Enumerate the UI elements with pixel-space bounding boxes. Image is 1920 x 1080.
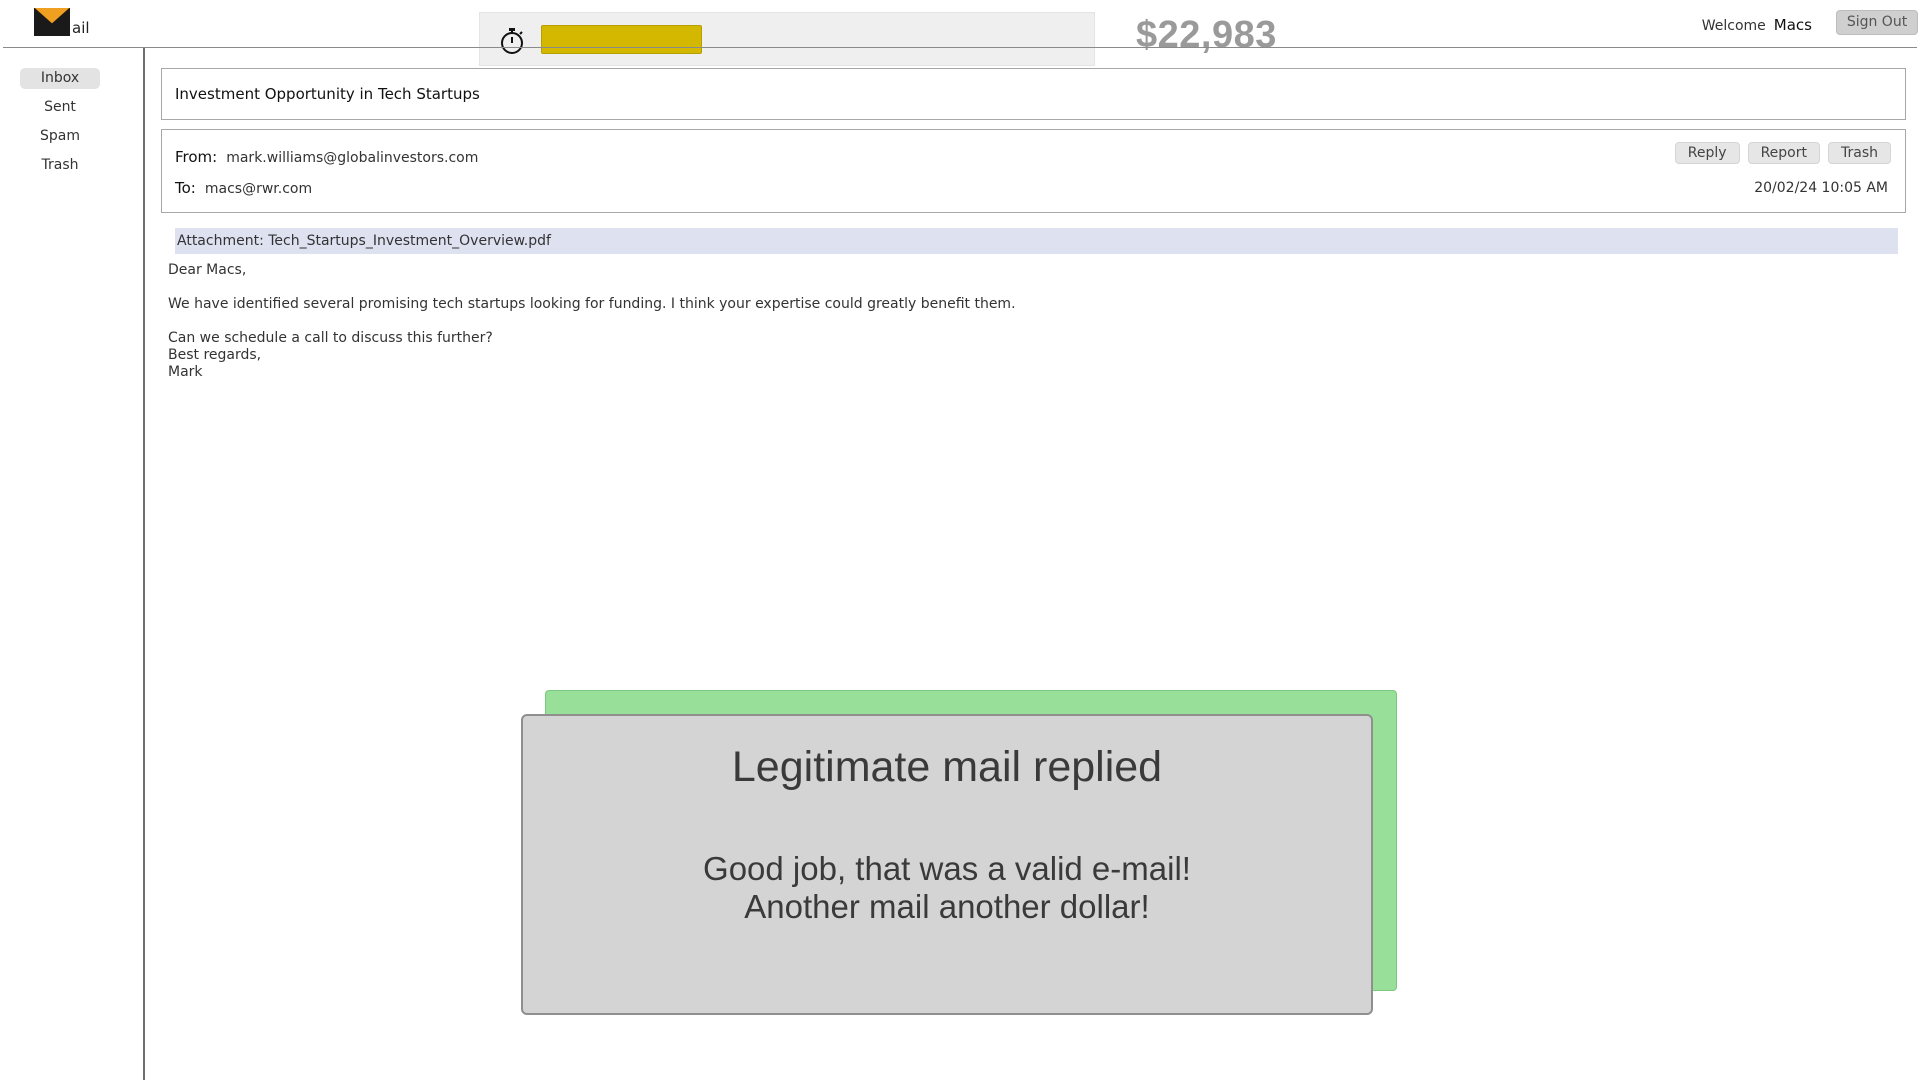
- timer-panel: [479, 12, 1095, 66]
- from-label: From:: [175, 148, 218, 166]
- result-line-2: Another mail another dollar!: [744, 888, 1150, 925]
- body-greeting: Dear Macs,: [168, 262, 247, 278]
- to-label: To:: [175, 179, 196, 197]
- sidebar-nav: Inbox Sent Spam Trash: [20, 68, 100, 184]
- email-header: From: mark.williams@globalinvestors.com T…: [161, 129, 1906, 213]
- sidebar-item-spam[interactable]: Spam: [20, 126, 100, 147]
- welcome-area: Welcome Macs: [1702, 16, 1812, 34]
- trash-button[interactable]: Trash: [1828, 142, 1891, 164]
- sidebar-item-trash[interactable]: Trash: [20, 155, 100, 176]
- from-row: From: mark.williams@globalinvestors.com: [175, 148, 478, 166]
- report-button[interactable]: Report: [1747, 142, 1820, 164]
- from-address: mark.williams@globalinvestors.com: [226, 150, 479, 166]
- stopwatch-icon: [501, 28, 523, 54]
- result-card: Legitimate mail replied Good job, that w…: [521, 714, 1373, 1015]
- to-address: macs@rwr.com: [204, 181, 313, 197]
- to-row: To: macs@rwr.com: [175, 179, 312, 197]
- result-title: Legitimate mail replied: [731, 743, 1163, 791]
- timer-bar-fill: [541, 25, 702, 54]
- body-signature: Mark: [168, 364, 203, 380]
- sidebar-item-sent[interactable]: Sent: [20, 97, 100, 118]
- email-timestamp: 20/02/24 10:05 AM: [1754, 180, 1888, 196]
- email-actions: Reply Report Trash: [1674, 142, 1891, 164]
- logo-text: ail: [72, 19, 90, 37]
- attachment-link[interactable]: Attachment: Tech_Startups_Investment_Ove…: [175, 228, 1898, 254]
- app-logo: ail: [34, 8, 90, 36]
- result-message: Good job, that was a valid e-mail! Anoth…: [523, 850, 1371, 926]
- header-divider: [3, 47, 1917, 48]
- result-line-1: Good job, that was a valid e-mail!: [703, 850, 1191, 887]
- sidebar-item-inbox[interactable]: Inbox: [20, 68, 100, 89]
- body-signoff: Best regards,: [168, 347, 262, 363]
- body-paragraph: We have identified several promising tec…: [168, 296, 1016, 312]
- top-bar: ail $22,983 Welcome Macs Sign Out: [0, 0, 1920, 66]
- username: Macs: [1773, 16, 1812, 34]
- sign-out-button[interactable]: Sign Out: [1836, 10, 1918, 35]
- email-body: Dear Macs, We have identified several pr…: [168, 262, 1016, 381]
- timer-bar: [541, 25, 725, 54]
- email-subject: Investment Opportunity in Tech Startups: [175, 85, 480, 103]
- subject-box: Investment Opportunity in Tech Startups: [161, 68, 1906, 120]
- balance-display: $22,983: [1136, 14, 1277, 56]
- body-question: Can we schedule a call to discuss this f…: [168, 330, 493, 346]
- reply-button[interactable]: Reply: [1674, 142, 1740, 164]
- sidebar-divider: [143, 48, 145, 1080]
- mail-envelope-icon: [34, 8, 70, 36]
- welcome-label: Welcome: [1701, 18, 1766, 34]
